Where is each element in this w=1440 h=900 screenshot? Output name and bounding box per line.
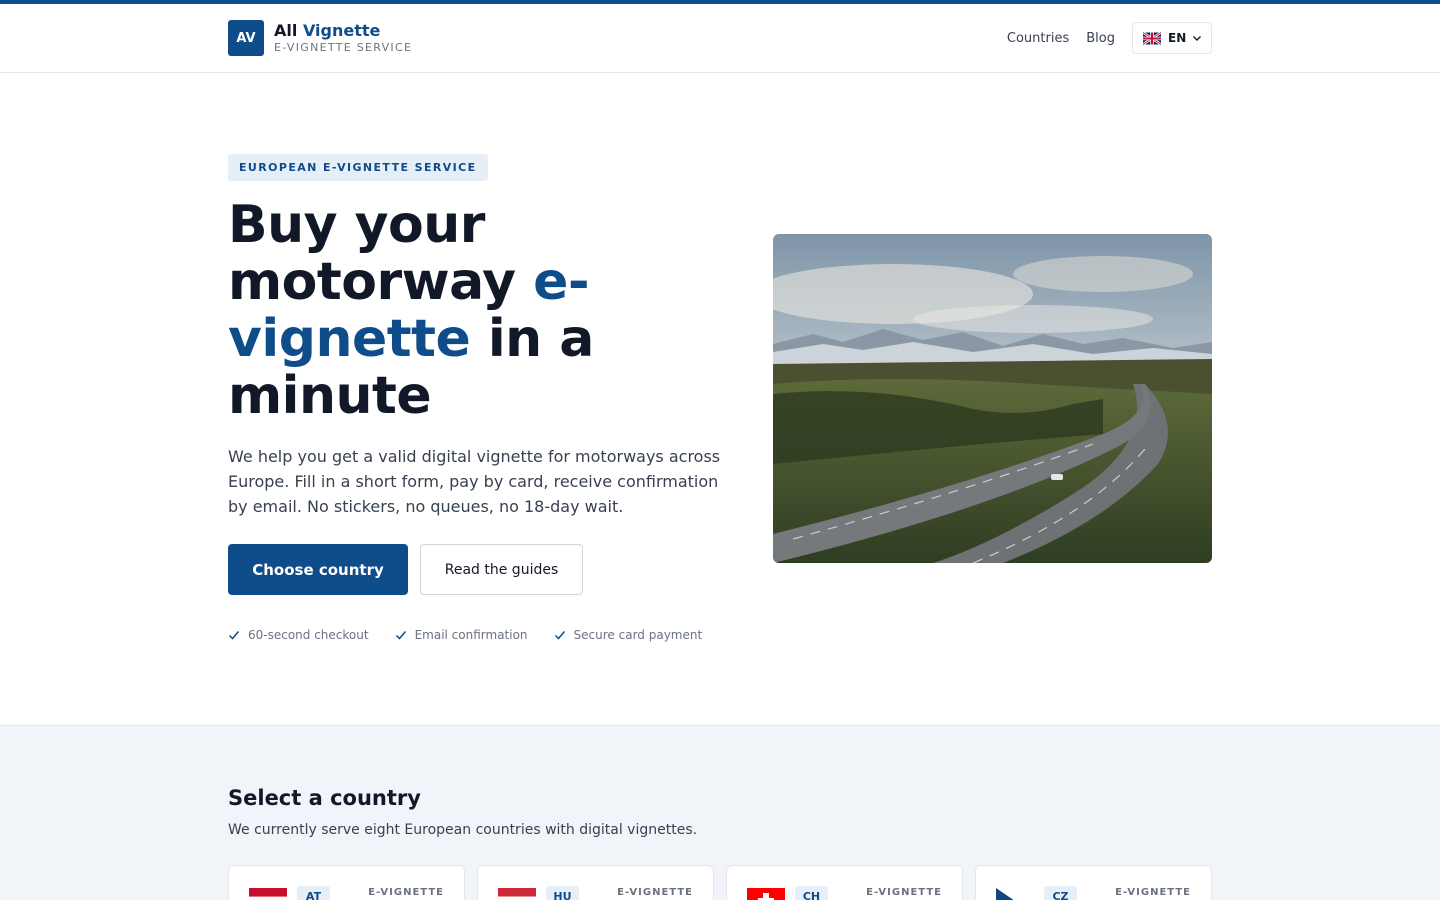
feature-item: Email confirmation <box>395 628 528 642</box>
logo-badge: AV <box>228 20 264 56</box>
language-selector[interactable]: EN <box>1132 22 1212 54</box>
nav-countries-link[interactable]: Countries <box>1007 31 1069 46</box>
country-card-at[interactable]: AT E-VIGNETTE <box>228 865 465 900</box>
country-card-hu[interactable]: HU E-VIGNETTE <box>477 865 714 900</box>
country-card-cz[interactable]: CZ E-VIGNETTE <box>975 865 1212 900</box>
language-code: EN <box>1168 31 1187 45</box>
vignette-type-label: E-VIGNETTE <box>368 887 444 898</box>
logo-text: All Vignette E-VIGNETTE SERVICE <box>274 23 413 54</box>
chevron-down-icon <box>1193 36 1202 41</box>
uk-flag-icon <box>1143 31 1161 45</box>
main-nav: Countries Blog EN <box>1007 22 1212 54</box>
logo-title-main: All <box>274 21 298 40</box>
feature-label: Email confirmation <box>414 628 528 642</box>
feature-list: 60-second checkout Email confirmation Se… <box>228 628 728 642</box>
logo-title-accent: Vignette <box>302 21 381 40</box>
section-subtitle: We currently serve eight European countr… <box>228 822 698 838</box>
motorway-landscape-illustration <box>773 234 1212 563</box>
hero-description: We help you get a valid digital vignette… <box>228 447 721 516</box>
vignette-type-label: E-VIGNETTE <box>866 887 942 898</box>
feature-item: Secure card payment <box>554 628 703 642</box>
hero-eyebrow-badge: EUROPEAN E-VIGNETTE SERVICE <box>228 154 488 181</box>
austria-flag-icon <box>249 888 287 900</box>
check-icon <box>228 631 240 640</box>
country-card-ch[interactable]: CH E-VIGNETTE <box>726 865 963 900</box>
feature-label: 60-second checkout <box>248 628 369 642</box>
country-code-badge: CH <box>795 886 828 900</box>
section-title: Select a country <box>228 786 421 810</box>
feature-item: 60-second checkout <box>228 628 369 642</box>
country-code-badge: CZ <box>1044 886 1077 900</box>
country-code-badge: HU <box>546 886 579 900</box>
logo-link[interactable]: AV All Vignette E-VIGNETTE SERVICE <box>228 20 412 56</box>
hungary-flag-icon <box>498 888 536 900</box>
feature-label: Secure card payment <box>573 628 703 642</box>
country-code-badge: AT <box>297 886 330 900</box>
nav-blog-link[interactable]: Blog <box>1086 31 1115 46</box>
read-guides-button[interactable]: Read the guides <box>420 544 583 595</box>
vignette-type-label: E-VIGNETTE <box>617 887 693 898</box>
countries-section: Select a country We currently serve eigh… <box>0 725 1440 900</box>
check-icon <box>554 631 565 640</box>
logo-subtitle: E-VIGNETTE SERVICE <box>274 41 413 54</box>
site-header: AV All Vignette E-VIGNETTE SERVICE Count… <box>0 4 1440 73</box>
hero-title: Buy your motorway e-vignette in a minute <box>228 197 748 425</box>
hero-title-part1: Buy your motorway <box>228 195 534 312</box>
hero-motorway-image <box>773 234 1212 563</box>
check-icon <box>395 631 406 640</box>
switzerland-flag-icon <box>747 888 785 900</box>
vignette-type-label: E-VIGNETTE <box>1115 887 1191 898</box>
logo-title: All Vignette <box>274 23 412 39</box>
czech-flag-icon <box>996 888 1034 900</box>
choose-country-button[interactable]: Choose country <box>228 544 408 595</box>
